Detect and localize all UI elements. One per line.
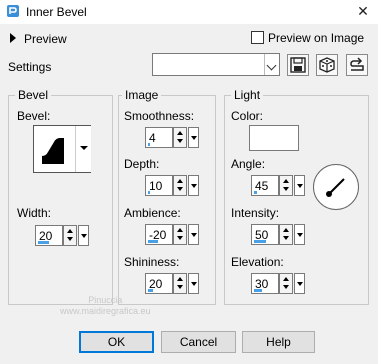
watermark: Pinuccia www.maidiregrafica.eu [60,295,151,316]
depth-input[interactable]: 10 [145,175,173,196]
bevel-dropdown-arrow[interactable] [75,126,91,172]
chevron-down-icon[interactable] [264,54,279,75]
intensity-label: Intensity: [231,206,280,220]
depth-stepper[interactable] [173,175,187,196]
cancel-button[interactable]: Cancel [161,331,236,353]
smoothness-value: 4 [149,131,156,145]
elevation-level-bar [254,289,262,292]
angle-dial[interactable] [313,164,359,210]
window-title: Inner Bevel [26,5,87,19]
smoothness-label: Smoothness: [124,109,195,123]
width-label: Width: [17,206,52,220]
randomize-button[interactable] [316,54,338,76]
smoothness-slider-dropdown[interactable] [188,127,199,148]
angle-level-bar [254,191,257,194]
ambience-input[interactable]: -20 [145,224,173,245]
ok-button[interactable]: OK [79,331,154,353]
dial-needle-icon [326,178,345,197]
ambience-label: Ambience: [124,206,181,220]
elevation-stepper[interactable] [279,273,293,294]
intensity-stepper[interactable] [279,224,293,245]
width-input[interactable]: 20 [35,225,63,246]
reset-button[interactable] [346,54,368,76]
shininess-level-bar [148,289,153,292]
width-level-bar [38,241,49,244]
save-icon [290,57,306,73]
bevel-shape-label: Bevel: [17,109,51,123]
expand-arrow-icon[interactable] [10,33,16,43]
depth-slider-dropdown[interactable] [188,175,199,196]
depth-label: Depth: [124,157,160,171]
app-icon [7,5,19,17]
dice-icon [319,57,335,73]
shininess-slider-dropdown[interactable] [188,273,199,294]
preview-on-image-label[interactable]: Preview on Image [268,31,364,45]
preview-toggle[interactable]: Preview [24,32,67,46]
light-group-title: Light [231,88,264,102]
image-group-title: Image [122,88,162,102]
light-color-swatch[interactable] [249,125,299,151]
reset-icon [350,57,364,71]
color-label: Color: [231,109,264,123]
save-preset-button[interactable] [287,54,309,76]
preview-on-image-checkbox[interactable] [251,31,264,44]
angle-value: 45 [255,179,269,193]
bevel-group-title: Bevel [15,88,52,102]
smoothness-input[interactable]: 4 [145,127,173,148]
depth-level-bar [148,191,150,194]
smoothness-stepper[interactable] [173,127,187,148]
shininess-stepper[interactable] [173,273,187,294]
angle-label: Angle: [231,157,266,171]
width-stepper[interactable] [63,225,77,246]
angle-input[interactable]: 45 [251,175,279,196]
ambience-level-bar [148,240,158,243]
intensity-input[interactable]: 50 [251,224,279,245]
elevation-label: Elevation: [231,255,284,269]
angle-slider-dropdown[interactable] [294,175,305,196]
close-button[interactable]: ✕ [352,1,374,21]
width-slider-dropdown[interactable] [78,225,89,246]
bevel-shape-icon [42,138,64,164]
help-button[interactable]: Help [242,331,315,353]
ambience-stepper[interactable] [173,224,187,245]
angle-stepper[interactable] [279,175,293,196]
depth-value: 10 [149,179,163,193]
ambience-slider-dropdown[interactable] [188,224,199,245]
elevation-input[interactable]: 30 [251,273,279,294]
settings-combobox[interactable] [152,53,280,76]
intensity-slider-dropdown[interactable] [294,224,305,245]
settings-label: Settings [8,60,52,74]
intensity-level-bar [254,240,266,243]
shininess-input[interactable]: 20 [145,273,173,294]
elevation-slider-dropdown[interactable] [294,273,305,294]
shininess-label: Shininess: [124,255,180,269]
smoothness-level-bar [148,143,150,146]
